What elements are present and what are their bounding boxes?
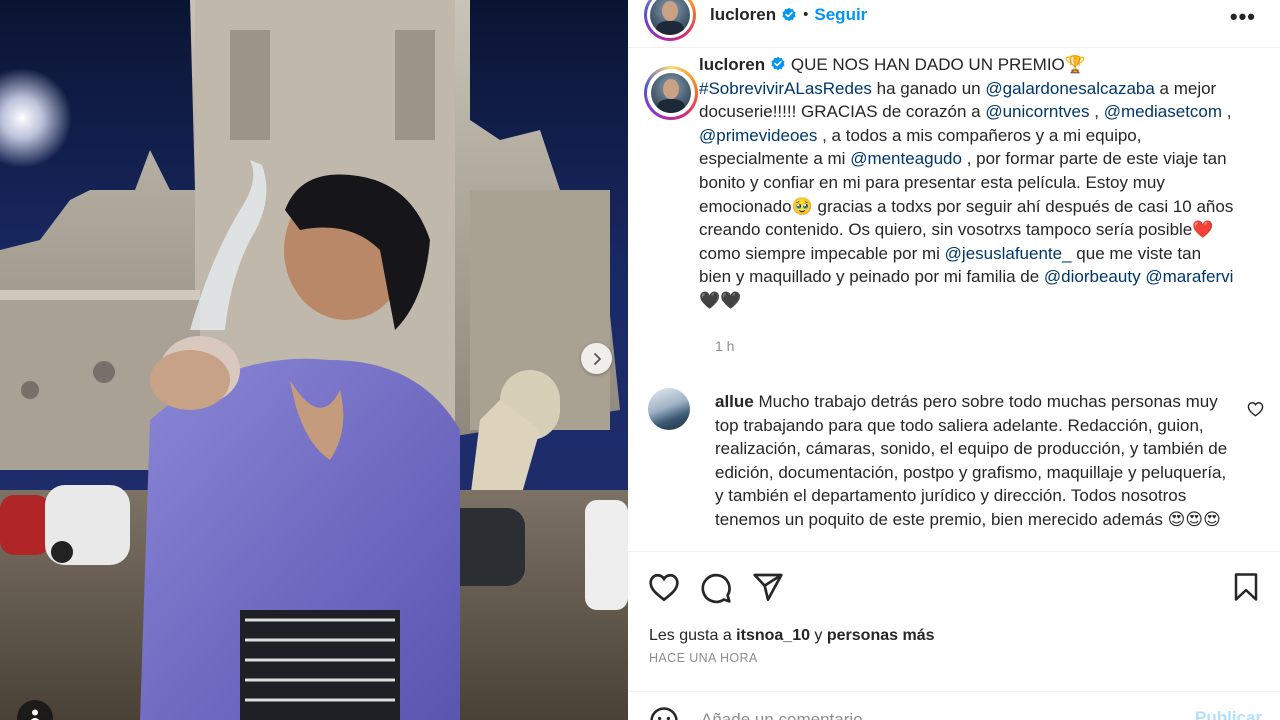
post-actions: Les gusta a itsnoa_10 y personas más HAC…	[628, 551, 1280, 720]
share-icon[interactable]	[752, 572, 784, 602]
avatar	[651, 73, 691, 113]
person-tag-icon	[30, 709, 40, 720]
caption-segment: ,	[1222, 102, 1232, 122]
likes-prefix: Les gusta a	[649, 627, 737, 644]
caption-timestamp[interactable]: 1 h	[715, 338, 734, 354]
likes-others-link[interactable]: personas más	[827, 627, 935, 644]
mention-link[interactable]: @diorbeauty	[1044, 267, 1141, 286]
comment-item: allue Mucho trabajo detrás pero sobre to…	[648, 388, 1227, 529]
caption-text: lucloren QUE NOS HAN DADO UN PREMIO🏆 #So…	[699, 53, 1234, 313]
mention-link[interactable]: @primevideoes	[699, 126, 817, 145]
mention-link[interactable]: @marafervi	[1145, 267, 1233, 286]
mention-link[interactable]: @jesuslafuente_	[945, 244, 1072, 263]
publish-button[interactable]: Publicar	[1195, 708, 1262, 720]
add-comment-bar: Publicar	[628, 691, 1280, 720]
avatar	[650, 0, 690, 35]
caption-avatar[interactable]	[644, 66, 698, 120]
separator-dot: •	[803, 6, 809, 23]
mention-link[interactable]: @mediasetcom	[1104, 102, 1222, 121]
avatar[interactable]	[648, 388, 690, 430]
comments-area[interactable]: lucloren QUE NOS HAN DADO UN PREMIO🏆 #So…	[628, 48, 1280, 551]
verified-badge-icon	[771, 56, 785, 71]
post-username[interactable]: lucloren	[710, 5, 776, 25]
mention-link[interactable]: @galardonesalcazaba	[985, 79, 1154, 98]
photo-scene	[0, 0, 628, 720]
follow-button[interactable]: Seguir	[814, 5, 867, 25]
likes-mid: y	[809, 627, 827, 644]
story-ring[interactable]	[644, 0, 696, 41]
caption-segment: QUE NOS HAN DADO UN PREMIO🏆	[786, 55, 1086, 74]
comment-input[interactable]	[701, 708, 1171, 720]
caption-segment: 🖤🖤	[699, 290, 742, 310]
hashtag-link[interactable]: #SobrevivirALasRedes	[699, 79, 872, 98]
likes-summary: Les gusta a itsnoa_10 y personas más	[649, 627, 934, 645]
post-header: lucloren • Seguir •••	[628, 0, 1280, 48]
caption-username[interactable]: lucloren	[699, 55, 765, 74]
chevron-right-icon	[593, 352, 601, 365]
caption-segment: ,	[1089, 102, 1104, 122]
comment-like-heart-icon[interactable]	[1247, 401, 1264, 417]
comment-icon[interactable]	[700, 572, 732, 604]
heart-icon[interactable]	[648, 572, 680, 602]
more-options-icon[interactable]: •••	[1230, 4, 1256, 30]
post-time-ago[interactable]: HACE UNA HORA	[649, 651, 758, 665]
post-side-panel: lucloren • Seguir ••• lucloren QUE NOS H…	[628, 0, 1280, 720]
bookmark-icon[interactable]	[1233, 572, 1259, 602]
comment-username[interactable]: allue	[715, 392, 754, 411]
mention-link[interactable]: @menteagudo	[850, 149, 962, 168]
comment-text: allue Mucho trabajo detrás pero sobre to…	[715, 390, 1230, 532]
comment-body: Mucho trabajo detrás pero sobre todo muc…	[715, 392, 1228, 529]
emoji-icon[interactable]	[649, 706, 679, 720]
mention-link[interactable]: @unicorntves	[985, 102, 1089, 121]
verified-badge-icon	[782, 7, 796, 21]
post-photo[interactable]	[0, 0, 628, 720]
next-photo-button[interactable]	[581, 343, 612, 374]
likes-user-link[interactable]: itsnoa_10	[736, 627, 810, 644]
caption-segment: ha ganado un	[871, 78, 986, 98]
